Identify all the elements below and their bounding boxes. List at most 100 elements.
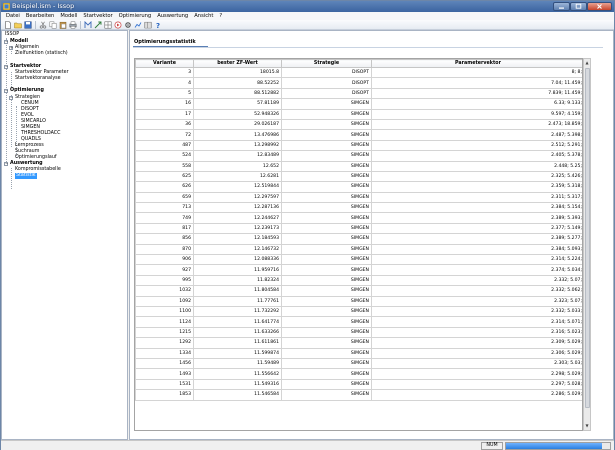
menu-startvektor[interactable]: Startvektor	[80, 12, 115, 20]
column-header-zf-wert[interactable]: bester ZF-Wert	[193, 59, 282, 68]
cell-parametervektor: 2.323; 5.07;	[371, 295, 582, 308]
new-file-icon[interactable]	[4, 21, 12, 29]
close-button[interactable]	[587, 2, 612, 11]
tree-item-startvektoranalyse[interactable]: Startvektoranalyse	[15, 76, 61, 82]
cell-zf-wert: 12.83489	[193, 150, 282, 162]
table-row[interactable]: 927 11.959716 SIMGEN 2.374; 5.034;	[135, 264, 582, 276]
cut-icon[interactable]	[39, 21, 47, 29]
table-row[interactable]: 749 12.244627 SIMGEN 2.389; 5.393;	[135, 212, 582, 224]
table-row[interactable]: 1100 11.732292 SIMGEN 2.332; 5.033;	[135, 305, 582, 318]
cell-zf-wert: 12.287136	[193, 202, 282, 214]
vertical-scrollbar[interactable]: ▲ ▼	[583, 58, 591, 431]
collapse-icon[interactable]: −	[4, 40, 8, 44]
table-row[interactable]: 1092 11.77761 SIMGEN 2.323; 5.07;	[135, 295, 582, 308]
print-icon[interactable]	[69, 21, 77, 29]
table-row[interactable]: 906 12.088336 SIMGEN 2.314; 5.224;	[135, 254, 582, 266]
table-row[interactable]: 856 12.184593 SIMGEN 2.389; 5.277;	[135, 233, 582, 245]
scrollbar-thumb[interactable]	[585, 68, 590, 408]
copy-icon[interactable]	[49, 21, 57, 29]
vector-icon[interactable]	[94, 21, 102, 29]
table-icon[interactable]	[144, 21, 152, 29]
title-bar[interactable]: Beispiel.ism - Issop	[1, 1, 614, 12]
table-row[interactable]: 1124 11.641774 SIMGEN 2.314; 5.071;	[135, 316, 582, 328]
table-row[interactable]: 1853 11.546584 SIMGEN 2.286; 5.029;	[135, 389, 582, 401]
collapse-icon[interactable]: −	[4, 65, 8, 69]
collapse-icon[interactable]: −	[4, 162, 8, 166]
table-row[interactable]: 1215 11.633266 SIMGEN 2.316; 5.023;	[135, 326, 582, 339]
settings-icon[interactable]	[124, 21, 132, 29]
table-row[interactable]: 625 12.6281 SIMGEN 2.325; 5.426;	[135, 170, 582, 183]
tree-connector	[6, 38, 7, 164]
table-row[interactable]: 17 52.948326 SIMGEN 9.597; 4.159;	[135, 108, 582, 120]
column-header-strategie[interactable]: Strategie	[281, 59, 372, 68]
cell-zf-wert: 11.641774	[193, 316, 282, 328]
scroll-down-icon[interactable]: ▼	[584, 422, 590, 430]
maximize-button[interactable]	[570, 2, 587, 11]
table-row[interactable]: 4 88.52252 DISOPT 7.04; 11.459;	[135, 77, 582, 89]
cell-strategie: SIMGEN	[281, 264, 372, 276]
table-row[interactable]: 1292 11.611861 SIMGEN 2.309; 5.029;	[135, 337, 582, 349]
run-optimization-icon[interactable]	[114, 21, 122, 29]
cell-strategie: SIMGEN	[281, 150, 372, 162]
menu-modell[interactable]: Modell	[57, 12, 80, 20]
column-header-parametervektor[interactable]: Parametervektor	[371, 59, 582, 68]
minimize-button[interactable]	[553, 2, 570, 11]
table-row[interactable]: 1032 11.804584 SIMGEN 2.332; 5.062;	[135, 285, 582, 297]
menu-ansicht[interactable]: Ansicht	[191, 12, 216, 20]
table-row[interactable]: 1456 11.59489 SIMGEN 2.303; 5.03;	[135, 357, 582, 370]
menu-bearbeiten[interactable]: Bearbeiten	[23, 12, 58, 20]
menu-auswertung[interactable]: Auswertung	[154, 12, 191, 20]
cell-parametervektor: 7.04; 11.459;	[371, 77, 582, 89]
cell-zf-wert: 11.59489	[193, 357, 282, 370]
cell-zf-wert: 11.633266	[193, 326, 282, 339]
table-row[interactable]: 3 18015.8 DISOPT 8; 8;	[135, 66, 582, 79]
table-row[interactable]: 487 13.298992 SIMGEN 2.512; 5.291;	[135, 139, 582, 152]
save-icon[interactable]	[24, 21, 32, 29]
column-header-variante[interactable]: Variante	[135, 59, 194, 68]
cell-strategie: SIMGEN	[281, 378, 372, 391]
cell-parametervektor: 2.303; 5.03;	[371, 357, 582, 370]
cell-parametervektor: 2.316; 5.023;	[371, 326, 582, 339]
divider	[133, 47, 603, 48]
table-row[interactable]: 16 57.81189 SIMGEN 6.33; 9.133;	[135, 98, 582, 110]
table-row[interactable]: 870 12.146732 SIMGEN 2.384; 5.093;	[135, 243, 582, 256]
cell-zf-wert: 13.476986	[193, 129, 282, 141]
cell-zf-wert: 11.546584	[193, 389, 282, 401]
table-row[interactable]: 72 13.476986 SIMGEN 2.487; 5.398;	[135, 129, 582, 141]
grid-icon[interactable]	[104, 21, 112, 29]
table-row[interactable]: 995 11.82324 SIMGEN 2.332; 5.07;	[135, 274, 582, 287]
expand-icon[interactable]: +	[9, 46, 13, 50]
cell-parametervektor: 2.473; 18.859;	[371, 118, 582, 131]
tree-item-optimierung[interactable]: Optimierung	[10, 88, 44, 94]
tree-item-statistik[interactable]: Statistik	[15, 173, 37, 179]
open-folder-icon[interactable]	[14, 21, 22, 29]
help-icon[interactable]: ?	[154, 21, 162, 29]
collapse-icon[interactable]: −	[9, 96, 13, 100]
table-row[interactable]: 1531 11.549316 SIMGEN 2.297; 5.028;	[135, 378, 582, 391]
table-row[interactable]: 558 12.652 SIMGEN 2.448; 5.25;	[135, 160, 582, 172]
paste-icon[interactable]	[59, 21, 67, 29]
table-row[interactable]: 626 12.519844 SIMGEN 2.359; 5.318;	[135, 181, 582, 193]
table-row[interactable]: 5 88.512882 DISOPT 7.839; 11.459;	[135, 87, 582, 100]
table-row[interactable]: 1334 11.599874 SIMGEN 2.306; 5.029;	[135, 347, 582, 359]
scroll-up-icon[interactable]: ▲	[584, 59, 590, 67]
tree-root[interactable]: ISSOP	[5, 32, 19, 38]
cell-strategie: SIMGEN	[281, 108, 372, 120]
cell-parametervektor: 2.309; 5.029;	[371, 337, 582, 349]
menu-help[interactable]: ?	[216, 12, 225, 20]
table-row[interactable]: 817 12.239173 SIMGEN 2.377; 5.149;	[135, 222, 582, 235]
table-row[interactable]: 36 29.026187 SIMGEN 2.473; 18.859;	[135, 118, 582, 131]
cell-variante: 1853	[135, 389, 194, 401]
table-row[interactable]: 659 12.297597 SIMGEN 2.311; 5.317;	[135, 191, 582, 204]
cell-variante: 72	[135, 129, 194, 141]
table-row[interactable]: 524 12.83489 SIMGEN 2.405; 5.378;	[135, 150, 582, 162]
menu-datei[interactable]: Datei	[3, 12, 23, 20]
table-row[interactable]: 713 12.287136 SIMGEN 2.384; 5.154;	[135, 202, 582, 214]
table-row[interactable]: 1493 11.556642 SIMGEN 2.298; 5.029;	[135, 368, 582, 380]
tree-item-zielfunktion[interactable]: Zielfunktion (statisch)	[15, 51, 68, 57]
menu-optimierung[interactable]: Optimierung	[116, 12, 155, 20]
model-icon[interactable]	[84, 21, 92, 29]
cell-parametervektor: 6.33; 9.133;	[371, 98, 582, 110]
collapse-icon[interactable]: −	[4, 89, 8, 93]
analysis-icon[interactable]	[134, 21, 142, 29]
